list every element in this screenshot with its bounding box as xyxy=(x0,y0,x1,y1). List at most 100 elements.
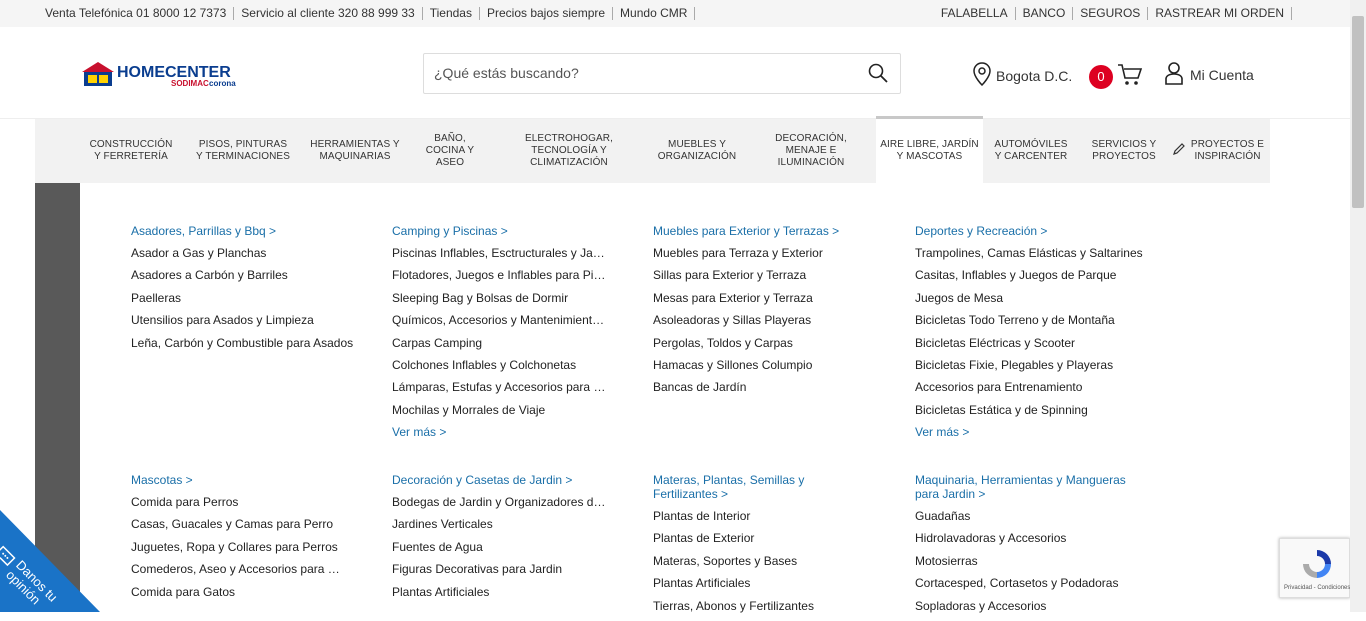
menu-col-camping: Camping y Piscinas > Piscinas Inflables,… xyxy=(392,224,608,439)
menu-heading[interactable]: Materas, Plantas, Semillas y Fertilizant… xyxy=(653,473,869,501)
topbar-link[interactable]: Tiendas xyxy=(423,7,480,20)
menu-link[interactable]: Hamacas y Sillones Columpio xyxy=(653,358,883,380)
topbar-link[interactable]: RASTREAR MI ORDEN xyxy=(1148,7,1292,20)
menu-link[interactable]: Paelleras xyxy=(131,291,361,313)
recaptcha-terms[interactable]: Privacidad - Condiciones xyxy=(1284,585,1350,591)
menu-link[interactable]: Bodegas de Jardin y Organizadores de ... xyxy=(392,495,608,517)
menu-link[interactable]: Plantas Artificiales xyxy=(653,576,869,598)
menu-link[interactable]: Bicicletas Estática y de Spinning xyxy=(915,403,1145,425)
site-header: HOMECENTER SODIMAC corona Bogota D.C. 0 … xyxy=(0,27,1350,119)
menu-link[interactable]: Accesorios para Entrenamiento xyxy=(915,380,1145,402)
location-label: Bogota D.C. xyxy=(996,67,1073,84)
account-label: Mi Cuenta xyxy=(1190,66,1254,83)
cart-button[interactable]: 0 xyxy=(1089,62,1143,91)
menu-link[interactable]: Leña, Carbón y Combustible para Asados xyxy=(131,336,361,358)
menu-link[interactable]: Sleeping Bag y Bolsas de Dormir xyxy=(392,291,608,313)
menu-heading[interactable]: Decoración y Casetas de Jardin > xyxy=(392,473,608,487)
menu-link[interactable]: Cortacesped, Cortasetos y Podadoras xyxy=(915,576,1131,598)
topbar-link[interactable]: Mundo CMR xyxy=(613,7,696,20)
menu-link[interactable]: Fuentes de Agua xyxy=(392,540,608,562)
search-icon[interactable] xyxy=(868,63,888,88)
topbar-link[interactable]: FALABELLA xyxy=(934,7,1016,20)
nav-herramientas[interactable]: HERRAMIENTAS Y MAQUINARIAS xyxy=(309,119,401,183)
menu-link[interactable]: Materas, Soportes y Bases xyxy=(653,554,869,576)
search-input[interactable] xyxy=(434,65,854,81)
menu-link[interactable]: Sopladoras y Accesorios xyxy=(915,599,1131,621)
menu-link[interactable]: Comida para Perros xyxy=(131,495,347,517)
see-more-link[interactable]: Ver más > xyxy=(915,425,1145,439)
menu-link[interactable]: Carpas Camping xyxy=(392,336,608,358)
menu-link[interactable]: Casas, Guacales y Camas para Perro xyxy=(131,517,347,539)
nav-aire-libre[interactable]: AIRE LIBRE, JARDÍN Y MASCOTAS xyxy=(876,116,983,183)
menu-link[interactable]: Sillas para Exterior y Terraza xyxy=(653,268,883,290)
menu-link[interactable]: Bicicletas Fixie, Plegables y Playeras xyxy=(915,358,1145,380)
topbar-link[interactable]: SEGUROS xyxy=(1073,7,1149,20)
homecenter-logo[interactable]: HOMECENTER SODIMAC corona xyxy=(81,60,249,88)
menu-link[interactable]: Guadañas xyxy=(915,509,1131,531)
topbar-left-links: Venta Telefónica 01 8000 12 7373 Servicio… xyxy=(45,7,696,20)
menu-link[interactable]: Utensilios para Asados y Limpieza xyxy=(131,313,361,335)
menu-link[interactable]: Plantas Artificiales xyxy=(392,585,608,607)
menu-link[interactable]: Trampolines, Camas Elásticas y Saltarine… xyxy=(915,246,1145,268)
svg-text:SODIMAC: SODIMAC xyxy=(171,79,209,88)
menu-link[interactable]: Plantas de Exterior xyxy=(653,531,869,553)
nav-construccion[interactable]: CONSTRUCCIÓN Y FERRETERÍA xyxy=(85,119,177,183)
menu-link[interactable]: Mesas para Exterior y Terraza xyxy=(653,291,883,313)
menu-link[interactable]: Mochilas y Morrales de Viaje xyxy=(392,403,608,425)
menu-heading[interactable]: Maquinaria, Herramientas y Mangueras par… xyxy=(915,473,1131,501)
menu-heading[interactable]: Deportes y Recreación > xyxy=(915,224,1145,238)
menu-link[interactable]: Colchones Inflables y Colchonetas xyxy=(392,358,608,380)
menu-heading[interactable]: Camping y Piscinas > xyxy=(392,224,608,238)
menu-link[interactable]: Hidrolavadoras y Accesorios xyxy=(915,531,1131,553)
menu-col-muebles-exterior: Muebles para Exterior y Terrazas > Muebl… xyxy=(653,224,883,403)
scrollbar-thumb[interactable] xyxy=(1352,16,1364,208)
nav-servicios[interactable]: SERVICIOS Y PROYECTOS xyxy=(1087,119,1161,183)
menu-link[interactable]: Muebles para Terraza y Exterior xyxy=(653,246,883,268)
menu-link[interactable]: Tierras, Abonos y Fertilizantes xyxy=(653,599,869,621)
menu-link[interactable]: Asoleadoras y Sillas Playeras xyxy=(653,313,883,335)
nav-electrohogar[interactable]: ELECTROHOGAR, TECNOLOGÍA Y CLIMATIZACIÓN xyxy=(515,119,623,183)
page-scrollbar[interactable] xyxy=(1350,0,1366,612)
menu-link[interactable]: Bancas de Jardín xyxy=(653,380,883,402)
nav-proyectos[interactable]: PROYECTOS E INSPIRACIÓN xyxy=(1173,119,1265,183)
menu-link[interactable]: Bicicletas Todo Terreno y de Montaña xyxy=(915,313,1145,335)
menu-link[interactable]: Bicicletas Eléctricas y Scooter xyxy=(915,336,1145,358)
location-selector[interactable]: Bogota D.C. xyxy=(972,62,1072,89)
menu-link[interactable]: Jardines Verticales xyxy=(392,517,608,539)
menu-link[interactable]: Motosierras xyxy=(915,554,1131,576)
svg-text:corona: corona xyxy=(209,79,236,88)
menu-link[interactable]: Plantas de Interior xyxy=(653,509,869,531)
menu-heading[interactable]: Mascotas > xyxy=(131,473,347,487)
topbar-link[interactable]: BANCO xyxy=(1016,7,1074,20)
search-box xyxy=(423,53,901,94)
menu-link[interactable]: Asadores a Carbón y Barriles xyxy=(131,268,361,290)
menu-link[interactable]: Asador a Gas y Planchas xyxy=(131,246,361,268)
menu-link[interactable]: Lámparas, Estufas y Accesorios para Ca..… xyxy=(392,380,608,402)
location-pin-icon xyxy=(972,62,992,89)
menu-link[interactable]: Figuras Decorativas para Jardin xyxy=(392,562,608,584)
menu-link[interactable]: Juguetes, Ropa y Collares para Perros xyxy=(131,540,347,562)
menu-link[interactable]: Casitas, Inflables y Juegos de Parque xyxy=(915,268,1145,290)
menu-heading[interactable]: Asadores, Parrillas y Bbq > xyxy=(131,224,361,238)
nav-bano[interactable]: BAÑO, COCINA Y ASEO xyxy=(419,119,481,183)
see-more-link[interactable]: Ver más > xyxy=(392,425,608,439)
topbar-link[interactable]: Precios bajos siempre xyxy=(480,7,614,20)
nav-automoviles[interactable]: AUTOMÓVILES Y CARCENTER xyxy=(990,119,1072,183)
topbar-link[interactable]: Venta Telefónica 01 8000 12 7373 xyxy=(45,7,235,20)
nav-pisos[interactable]: PISOS, PINTURAS Y TERMINACIONES xyxy=(195,119,291,183)
topbar-link[interactable]: Servicio al cliente 320 88 999 33 xyxy=(234,7,423,20)
menu-link[interactable]: Comida para Gatos xyxy=(131,585,347,607)
menu-link[interactable]: Piscinas Inflables, Esctructurales y Jac… xyxy=(392,246,608,268)
menu-link[interactable]: Comederos, Aseo y Accesorios para Pe... xyxy=(131,562,347,584)
menu-link[interactable]: Flotadores, Juegos e Inflables para Pisc… xyxy=(392,268,608,290)
menu-heading[interactable]: Muebles para Exterior y Terrazas > xyxy=(653,224,883,238)
cart-icon xyxy=(1117,62,1143,91)
menu-link[interactable]: Juegos de Mesa xyxy=(915,291,1145,313)
nav-muebles[interactable]: MUEBLES Y ORGANIZACIÓN xyxy=(650,119,744,183)
menu-link[interactable]: Pergolas, Toldos y Carpas xyxy=(653,336,883,358)
nav-decoracion[interactable]: DECORACIÓN, MENAJE E ILUMINACIÓN xyxy=(768,119,854,183)
recaptcha-badge: Privacidad - Condiciones xyxy=(1279,538,1350,598)
cart-count-badge: 0 xyxy=(1089,64,1113,89)
account-button[interactable]: Mi Cuenta xyxy=(1165,61,1254,88)
menu-link[interactable]: Químicos, Accesorios y Mantenimiento... xyxy=(392,313,608,335)
